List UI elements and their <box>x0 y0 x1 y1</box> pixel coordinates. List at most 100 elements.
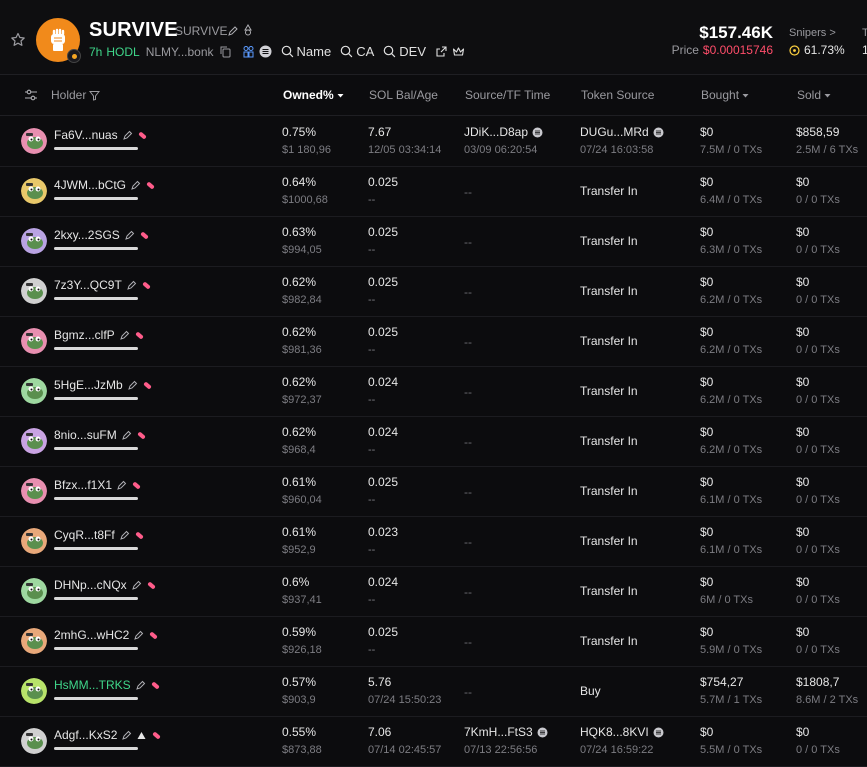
edit-icon[interactable] <box>119 330 130 341</box>
table-row[interactable]: 2kxy...2SGS 0.63% $994,05 0.025 -- -- Transfer… <box>0 216 867 267</box>
owned-usd: $1 180,96 <box>282 144 331 156</box>
col-owned[interactable]: Owned% <box>283 88 344 102</box>
pill-tag-icon[interactable] <box>134 530 145 541</box>
holder-avatar[interactable] <box>21 228 47 254</box>
holder-address[interactable]: 2kxy...2SGS <box>54 228 150 242</box>
table-row[interactable]: 8nio...suFM 0.62% $968,4 0.024 -- -- Transfer … <box>0 416 867 467</box>
table-row[interactable]: Bgmz...clfP 0.62% $981,36 0.025 -- -- Transfer… <box>0 316 867 367</box>
edit-icon[interactable] <box>119 530 130 541</box>
table-row[interactable]: Adgf...KxS2 0.55% $873,88 7.06 07/14 02:45:5… <box>0 716 867 767</box>
holder-avatar[interactable] <box>21 278 47 304</box>
pill-tag-icon[interactable] <box>131 480 142 491</box>
holder-address[interactable]: 4JWM...bCtG <box>54 178 156 192</box>
pill-tag-icon[interactable] <box>145 180 156 191</box>
holding-bar <box>54 447 138 450</box>
holder-avatar[interactable] <box>21 128 47 154</box>
table-row[interactable]: CyqR...t8Ff 0.61% $952,9 0.023 -- -- Transfer … <box>0 516 867 567</box>
holder-avatar[interactable] <box>21 478 47 504</box>
holder-address[interactable]: Adgf...KxS2 <box>54 728 162 742</box>
table-row[interactable]: 7z3Y...QC9T 0.62% $982,84 0.025 -- -- Transfer… <box>0 266 867 317</box>
holder-address[interactable]: DHNp...cNQx <box>54 578 157 592</box>
table-row[interactable]: Bfzx...f1X1 0.61% $960,04 0.025 -- -- Transfer… <box>0 466 867 517</box>
owned-pct: 0.57% <box>282 675 317 689</box>
holder-address[interactable]: Bfzx...f1X1 <box>54 478 142 492</box>
table-row[interactable]: 4JWM...bCtG 0.64% $1000,68 0.025 -- -- Transfe… <box>0 166 867 217</box>
col-sol-bal[interactable]: SOL Bal/Age <box>369 88 438 102</box>
pill-tag-icon[interactable] <box>137 130 148 141</box>
pill-tag-icon[interactable] <box>142 380 153 391</box>
edit-icon[interactable] <box>116 480 127 491</box>
table-row[interactable]: DHNp...cNQx 0.6% $937,41 0.024 -- -- Transfer … <box>0 566 867 617</box>
table-row[interactable]: 5HgE...JzMb 0.62% $972,37 0.024 -- -- Transfer… <box>0 366 867 417</box>
pill-tag-icon[interactable] <box>148 630 159 641</box>
col-holder[interactable]: Holder <box>51 88 101 102</box>
pill-tag-icon[interactable] <box>134 330 145 341</box>
holder-avatar[interactable] <box>21 378 47 404</box>
snipers-link[interactable]: Snipers > <box>789 27 836 39</box>
edit-icon[interactable] <box>130 180 141 191</box>
pill-tag-icon[interactable] <box>136 430 147 441</box>
search-dev-link[interactable]: DEV <box>383 44 426 59</box>
holder-address[interactable]: 8nio...suFM <box>54 428 147 442</box>
wizard-icon[interactable] <box>242 24 255 37</box>
edit-icon[interactable] <box>124 230 135 241</box>
holder-avatar[interactable] <box>21 428 47 454</box>
search-name-link[interactable]: Name <box>281 44 331 59</box>
pill-tag-icon[interactable] <box>151 730 162 741</box>
holder-avatar[interactable] <box>21 328 47 354</box>
table-row[interactable]: 2mhG...wHC2 0.59% $926,18 0.025 -- -- Transfer… <box>0 616 867 667</box>
holder-address[interactable]: 2mhG...wHC2 <box>54 628 159 642</box>
contract-address[interactable]: NLMY...bonk <box>146 45 214 59</box>
sort-down-icon <box>337 93 344 97</box>
holder-avatar[interactable] <box>21 578 47 604</box>
holder-address[interactable]: CyqR...t8Ff <box>54 528 145 542</box>
menu-circle-icon[interactable] <box>259 45 272 58</box>
holder-address[interactable]: 5HgE...JzMb <box>54 378 153 392</box>
pill-tag-icon[interactable] <box>146 580 157 591</box>
holder-avatar[interactable] <box>21 728 47 754</box>
holder-avatar[interactable] <box>21 678 47 704</box>
table-row[interactable]: HsMM...TRKS 0.57% $903,9 5.76 07/24 15:50:23… <box>0 666 867 717</box>
holder-address[interactable]: 7z3Y...QC9T <box>54 278 152 292</box>
pill-tag-icon[interactable] <box>141 280 152 291</box>
table-row[interactable]: Fa6V...nuas 0.75% $1 180,96 7.67 12/05 03:34… <box>0 116 867 167</box>
star-icon[interactable] <box>10 32 26 48</box>
edit-icon[interactable] <box>121 430 132 441</box>
search-ca-link[interactable]: CA <box>340 44 374 59</box>
holding-bar <box>54 697 138 700</box>
holder-address[interactable]: Fa6V...nuas <box>54 128 148 142</box>
holder-avatar[interactable] <box>21 528 47 554</box>
token-avatar[interactable] <box>36 18 81 63</box>
token-source[interactable]: HQK8...8KVI <box>580 725 664 739</box>
edit-icon[interactable] <box>121 730 132 741</box>
col-bought[interactable]: Bought <box>701 88 749 102</box>
edit-icon[interactable] <box>133 630 144 641</box>
bundle-icon[interactable] <box>242 45 255 58</box>
funding-source[interactable]: JDiK...D8ap <box>464 125 543 139</box>
edit-icon[interactable] <box>135 680 146 691</box>
edit-icon[interactable] <box>122 130 133 141</box>
crown-icon[interactable] <box>452 45 465 58</box>
edit-icon[interactable] <box>131 580 142 591</box>
col-sold[interactable]: Sold <box>797 88 831 102</box>
share-icon[interactable] <box>435 45 448 58</box>
settings-sliders-icon[interactable] <box>24 88 38 102</box>
edit-icon[interactable] <box>227 25 239 37</box>
pill-tag-icon[interactable] <box>150 680 161 691</box>
edit-icon[interactable] <box>126 280 137 291</box>
pill-tag-icon[interactable] <box>139 230 150 241</box>
edit-icon[interactable] <box>127 380 138 391</box>
col-source-tf[interactable]: Source/TF Time <box>465 88 550 102</box>
holder-avatar[interactable] <box>21 178 47 204</box>
holder-address[interactable]: Bgmz...clfP <box>54 328 145 342</box>
holder-address[interactable]: HsMM...TRKS <box>54 678 161 692</box>
exchange-icon <box>653 127 664 137</box>
copy-icon[interactable] <box>219 45 232 58</box>
col-token-source[interactable]: Token Source <box>581 88 654 102</box>
filter-icon[interactable] <box>89 90 101 101</box>
funding-source[interactable]: 7KmH...FtS3 <box>464 725 548 739</box>
sold-amount: 0 / 0 TXs <box>796 244 840 256</box>
token-source[interactable]: DUGu...MRd <box>580 125 664 139</box>
holder-avatar[interactable] <box>21 628 47 654</box>
col-owned-label: Owned% <box>283 88 334 102</box>
